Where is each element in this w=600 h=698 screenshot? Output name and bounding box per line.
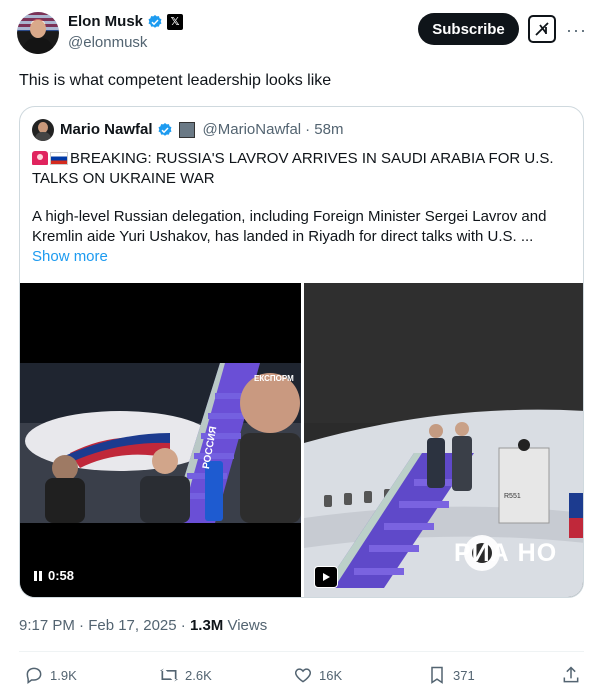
quote-avatar[interactable] — [32, 119, 54, 141]
author-name[interactable]: Elon Musk — [68, 13, 143, 30]
reply-count: 1.9K — [50, 667, 77, 683]
subscribe-button[interactable]: Subscribe — [418, 13, 519, 45]
pause-icon[interactable] — [34, 570, 42, 581]
video-duration[interactable]: 0:58 — [34, 568, 74, 583]
quote-body-text: A high-level Russian delegation, includi… — [32, 208, 547, 245]
repost-icon — [159, 668, 179, 682]
author-handle[interactable]: @elonmusk — [68, 34, 147, 51]
quote-header: Mario Nawfal @MarioNawfal · 58m — [60, 121, 343, 138]
quote-author-handle[interactable]: @MarioNawfal — [203, 121, 302, 138]
repost-button[interactable]: 2.6K — [159, 665, 212, 685]
tweet-text: This is what competent leadership looks … — [19, 72, 332, 89]
grok-icon[interactable] — [528, 15, 556, 43]
quote-headline: BREAKING: RUSSIA'S LAVROV ARRIVES IN SAU… — [32, 150, 554, 187]
affiliate-badge-icon — [178, 121, 195, 138]
divider — [19, 651, 584, 652]
ria-watermark: РИА НО — [454, 539, 558, 567]
video-thumbnail-left[interactable]: РОССИЯ ЕКСПОРМ 0:58 — [20, 283, 301, 597]
quote-time[interactable]: · 58m — [305, 121, 343, 138]
quote-author-name[interactable]: Mario Nawfal — [60, 121, 153, 138]
author-name-row[interactable]: Elon Musk 𝕏 — [68, 13, 184, 30]
repost-count: 2.6K — [185, 667, 212, 683]
bookmark-button[interactable]: 371 — [427, 665, 475, 685]
reply-button[interactable]: 1.9K — [24, 665, 77, 685]
like-icon — [294, 668, 312, 683]
quoted-tweet[interactable]: Mario Nawfal @MarioNawfal · 58m BREAKING… — [19, 106, 584, 598]
like-count: 16K — [319, 667, 343, 683]
verified-badge-icon — [148, 14, 162, 28]
tv-logo: ЕКСПОРМ — [254, 374, 294, 383]
like-button[interactable]: 16K — [293, 665, 342, 685]
reply-icon — [26, 667, 42, 684]
bookmark-count: 371 — [453, 667, 475, 683]
svg-text:R551: R551 — [504, 493, 521, 500]
views-count: 1.3M — [189, 617, 224, 634]
video-thumbnail-right[interactable]: R551 РИА НО — [304, 283, 583, 597]
verified-badge-icon — [158, 122, 171, 136]
author-avatar[interactable] — [17, 12, 59, 54]
tweet-timestamp[interactable]: 9:17 PM · Feb 17, 2025 · 1.3M Views — [19, 617, 267, 634]
share-button[interactable] — [561, 665, 581, 685]
share-icon — [563, 666, 579, 683]
x-badge-icon: 𝕏 — [167, 13, 184, 30]
show-more-link[interactable]: Show more — [32, 248, 108, 265]
more-icon[interactable]: ··· — [566, 20, 587, 41]
bookmark-icon — [431, 666, 443, 684]
siren-emoji-icon — [32, 151, 48, 165]
play-icon[interactable] — [314, 566, 338, 588]
russia-flag-emoji-icon — [50, 152, 68, 165]
